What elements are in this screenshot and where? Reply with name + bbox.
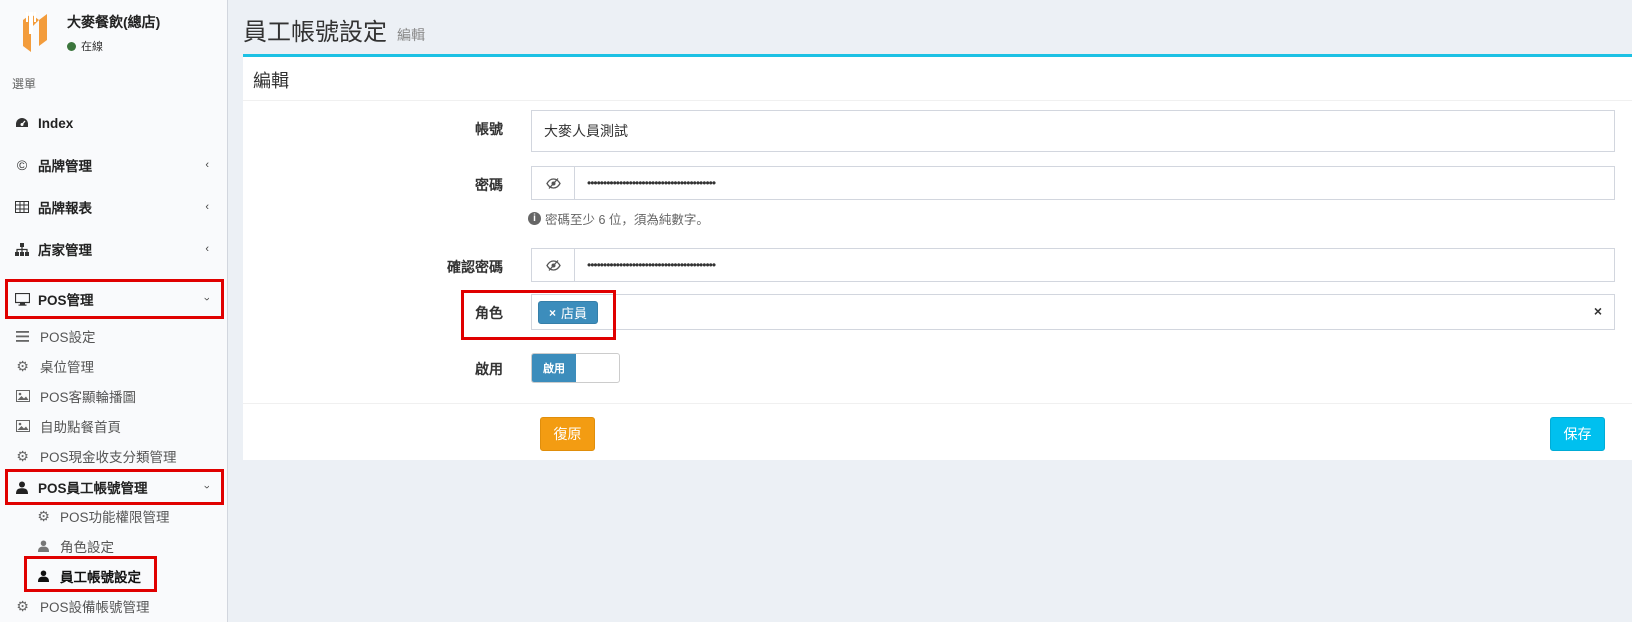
sidebar-item-pos-carousel[interactable]: POS客顯輪播圖: [0, 382, 227, 410]
sidebar-item-brand-mgmt[interactable]: © 品牌管理 ‹: [0, 150, 227, 180]
sidebar-item-brand-report[interactable]: 品牌報表 ‹: [0, 192, 227, 222]
toggle-on-label: 啟用: [532, 354, 576, 382]
gear-icon: ⚙: [37, 507, 50, 524]
reset-button[interactable]: 復原: [540, 417, 595, 451]
brand-name: 大麥餐飲(總店): [67, 14, 161, 30]
sidebar-item-label: 品牌報表: [38, 201, 92, 216]
desktop-icon: [14, 291, 30, 307]
role-tag-label: 店員: [561, 306, 588, 321]
info-icon: i: [528, 212, 541, 225]
sidebar-item-label: POS管理: [38, 293, 94, 308]
sidebar-item-pos-staff[interactable]: POS員工帳號管理 ‹: [0, 472, 227, 502]
sidebar-item-staff-account[interactable]: 員工帳號設定: [0, 562, 227, 590]
copyright-icon: ©: [16, 157, 28, 173]
eye-slash-icon[interactable]: [532, 249, 575, 281]
user-icon: [36, 539, 51, 554]
sidebar: 大麥餐飲(總店) 在線 選單 Index © 品牌管理 ‹ 品牌報表 ‹ 店家管…: [0, 0, 228, 622]
online-status: 在線: [67, 38, 103, 54]
box-title: 編輯: [253, 71, 289, 91]
status-dot-icon: [67, 41, 76, 51]
role-label: 角色: [475, 305, 503, 321]
save-button[interactable]: 保存: [1550, 417, 1605, 451]
user-icon: [14, 479, 30, 495]
page-title: 員工帳號設定: [243, 19, 387, 46]
sidebar-item-label: POS功能權限管理: [60, 510, 170, 525]
confirm-password-label: 確認密碼: [447, 259, 503, 275]
sidebar-item-label: Index: [38, 115, 74, 131]
chevron-down-icon: ‹: [201, 485, 214, 489]
bars-icon: [15, 329, 30, 344]
chevron-left-icon: ‹: [205, 159, 209, 171]
menu-header: 選單: [12, 77, 37, 91]
sidebar-item-label: POS現金收支分類管理: [40, 450, 177, 465]
sidebar-item-label: POS員工帳號管理: [38, 481, 148, 496]
password-help-text: 密碼至少 6 位，須為純數字。: [545, 213, 709, 227]
image-icon: [15, 389, 30, 404]
dashboard-icon: [14, 115, 30, 131]
sidebar-item-pos-cash[interactable]: ⚙ POS現金收支分類管理: [0, 442, 227, 470]
gear-icon: ⚙: [16, 597, 29, 614]
sidebar-item-role-settings[interactable]: 角色設定: [0, 532, 227, 560]
user-panel: 大麥餐飲(總店) 在線: [0, 0, 227, 70]
edit-form-box: 編輯 帳號 大麥人員測試 密碼 ••••••••••••••••••••••••…: [243, 54, 1632, 460]
sidebar-item-table-mgmt[interactable]: ⚙ 桌位管理: [0, 352, 227, 380]
password-help: i 密碼至少 6 位，須為純數字。: [528, 209, 709, 228]
clear-selection-icon[interactable]: ×: [1594, 303, 1602, 319]
chevron-left-icon: ‹: [205, 243, 209, 255]
content-header: 員工帳號設定 編輯: [243, 12, 425, 47]
enable-label: 啟用: [475, 361, 503, 377]
brand-logo-icon: [15, 12, 47, 52]
sitemap-icon: [14, 241, 30, 257]
sidebar-item-pos-device[interactable]: ⚙ POS設備帳號管理: [0, 592, 227, 620]
enable-toggle[interactable]: 啟用: [531, 353, 620, 383]
page-subtitle: 編輯: [397, 27, 425, 43]
image-icon: [15, 419, 30, 434]
gear-icon: ⚙: [16, 357, 29, 374]
sidebar-item-label: 自助點餐首頁: [40, 420, 121, 435]
password-value: ••••••••••••••••••••••••••••••••••••••••: [587, 176, 716, 190]
sidebar-item-label: 桌位管理: [40, 360, 94, 375]
sidebar-item-label: 員工帳號設定: [60, 570, 141, 585]
sidebar-item-label: 品牌管理: [38, 159, 92, 174]
confirm-password-input[interactable]: ••••••••••••••••••••••••••••••••••••••••: [531, 248, 1615, 282]
sidebar-item-index[interactable]: Index: [0, 108, 227, 138]
role-tag[interactable]: × 店員: [538, 301, 599, 324]
sidebar-item-pos-mgmt[interactable]: POS管理 ‹: [0, 284, 227, 314]
sidebar-item-label: POS客顯輪播圖: [40, 390, 137, 405]
sidebar-item-self-order-home[interactable]: 自助點餐首頁: [0, 412, 227, 440]
chevron-down-icon: ‹: [201, 297, 214, 301]
sidebar-item-pos-permission[interactable]: ⚙ POS功能權限管理: [0, 502, 227, 530]
account-input[interactable]: 大麥人員測試: [531, 110, 1615, 152]
user-icon: [36, 569, 51, 584]
chevron-left-icon: ‹: [205, 201, 209, 213]
confirm-password-value: ••••••••••••••••••••••••••••••••••••••••: [587, 258, 716, 272]
sidebar-item-label: POS設備帳號管理: [40, 600, 150, 615]
table-icon: [14, 199, 30, 215]
sidebar-item-store-mgmt[interactable]: 店家管理 ‹: [0, 234, 227, 264]
account-value: 大麥人員測試: [544, 123, 628, 139]
sidebar-item-label: 角色設定: [60, 540, 114, 555]
divider: [243, 100, 1632, 101]
sidebar-item-pos-settings[interactable]: POS設定: [0, 322, 227, 350]
sidebar-item-label: 店家管理: [38, 243, 92, 258]
account-label: 帳號: [475, 121, 503, 137]
sidebar-item-label: POS設定: [40, 330, 96, 345]
remove-tag-icon[interactable]: ×: [549, 306, 556, 320]
gear-icon: ⚙: [16, 447, 29, 464]
password-input[interactable]: ••••••••••••••••••••••••••••••••••••••••: [531, 166, 1615, 200]
status-text: 在線: [81, 41, 103, 53]
divider: [243, 403, 1632, 404]
password-label: 密碼: [475, 177, 503, 193]
role-select[interactable]: × 店員 ×: [531, 294, 1615, 330]
eye-slash-icon[interactable]: [532, 167, 575, 199]
